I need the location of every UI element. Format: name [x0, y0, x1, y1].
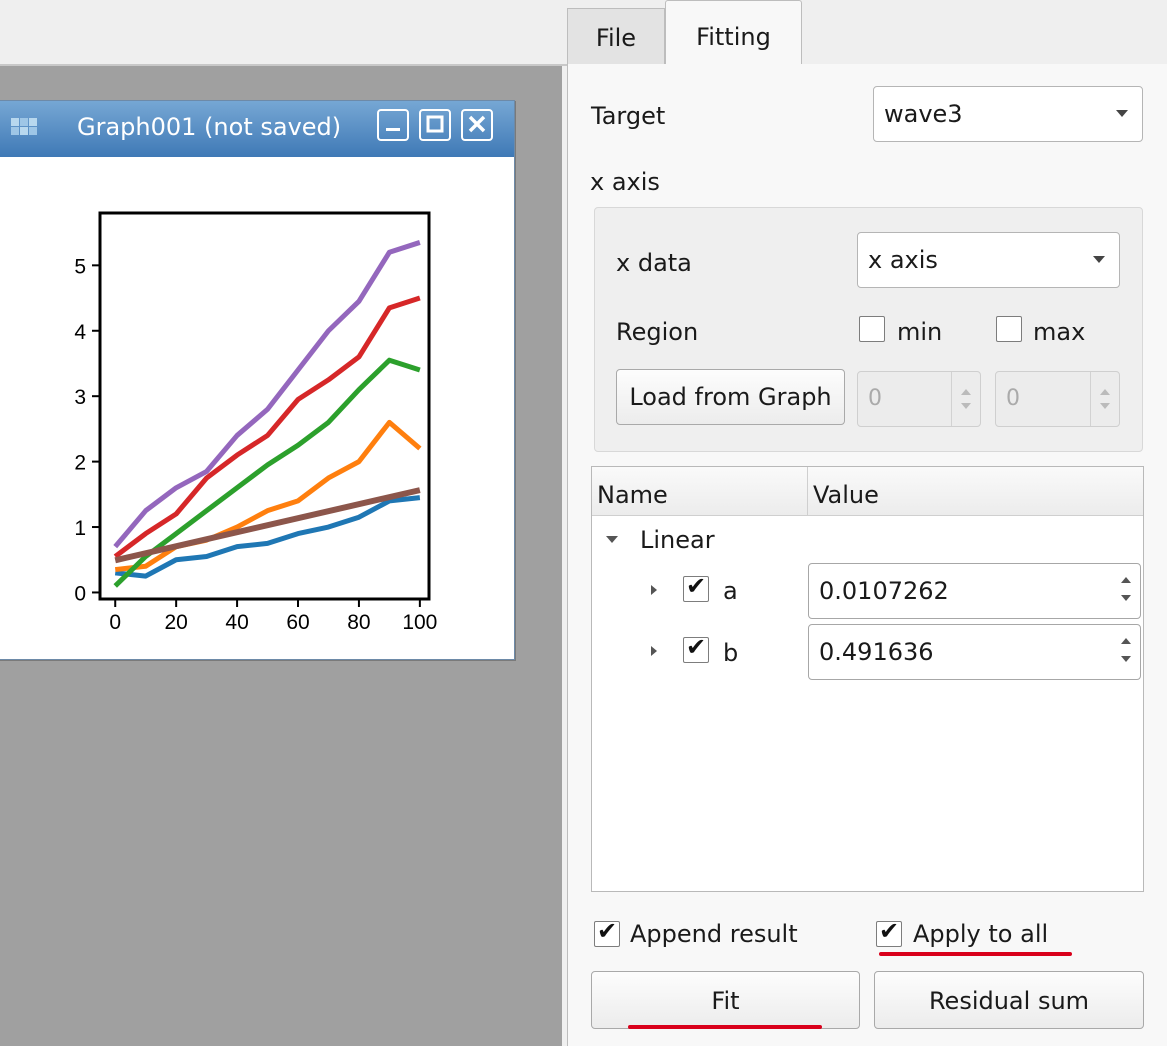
app-cube-icon	[11, 118, 37, 135]
parameter-tree[interactable]: Name Value Linear a 0.0107262 b 0.491636	[591, 466, 1144, 892]
region-min-spinbox[interactable]: 0	[857, 371, 981, 427]
target-select[interactable]: wave3	[873, 86, 1143, 142]
series-line-3	[113, 295, 421, 559]
target-select-value: wave3	[884, 100, 963, 128]
xdata-select-value: x axis	[868, 246, 938, 274]
residual-sum-button[interactable]: Residual sum	[874, 971, 1144, 1029]
fitting-panel: Target wave3 x axis x data x axis Region…	[567, 64, 1167, 1046]
param-b-checkbox[interactable]	[683, 633, 709, 663]
region-max-value: 0	[1006, 386, 1020, 411]
region-max-spinbox[interactable]: 0	[995, 371, 1120, 427]
param-a-name: a	[723, 577, 738, 605]
tab-fitting[interactable]: Fitting	[665, 0, 802, 66]
line-chart: 0 20 40 60 80 100 0 1 2 3 4 5	[74, 211, 437, 634]
y-tick-label: 5	[74, 255, 86, 278]
y-tick-label: 3	[74, 386, 86, 409]
mdi-workspace: Graph001 (not saved) 0 20 40 60 80 100 0 1 2 3 4 5	[0, 66, 562, 1046]
param-b-name: b	[723, 639, 739, 667]
expand-arrow-icon[interactable]	[651, 585, 657, 595]
region-min-value: 0	[868, 386, 882, 411]
highlight-underline	[628, 1025, 822, 1029]
spin-arrows[interactable]	[1090, 372, 1119, 426]
close-button[interactable]	[461, 109, 493, 141]
maximize-button[interactable]	[419, 109, 451, 141]
param-a-value-spinbox[interactable]: 0.0107262	[808, 563, 1141, 619]
param-b-value-spinbox[interactable]: 0.491636	[808, 624, 1141, 680]
tree-header: Name Value	[592, 467, 1143, 516]
append-result-checkbox[interactable]	[594, 917, 620, 947]
xaxis-section-title: x axis	[590, 168, 660, 196]
tree-group-linear[interactable]: Linear	[640, 526, 715, 554]
xdata-select[interactable]: x axis	[857, 232, 1120, 288]
graph-window[interactable]: Graph001 (not saved) 0 20 40 60 80 100 0 1 2 3 4 5	[0, 100, 515, 660]
min-checkbox[interactable]	[859, 316, 885, 342]
param-a-value: 0.0107262	[819, 577, 949, 605]
fit-button[interactable]: Fit	[591, 971, 860, 1029]
column-name-header[interactable]: Name	[597, 481, 668, 509]
spin-arrows[interactable]	[951, 372, 980, 426]
load-from-graph-button[interactable]: Load from Graph	[616, 369, 845, 425]
graph-titlebar[interactable]: Graph001 (not saved)	[0, 101, 514, 157]
x-tick-label: 80	[347, 611, 370, 634]
x-tick-label: 0	[109, 611, 121, 634]
apply-to-all-checkbox[interactable]	[876, 917, 902, 947]
column-value-header[interactable]: Value	[813, 481, 879, 509]
min-label: min	[897, 318, 943, 346]
x-tick-label: 60	[286, 611, 309, 634]
max-checkbox[interactable]	[996, 316, 1022, 342]
minimize-icon	[386, 128, 400, 131]
minimize-button[interactable]	[377, 109, 409, 141]
xdata-label: x data	[616, 249, 692, 277]
spin-arrows[interactable]	[1112, 564, 1140, 618]
append-result-label[interactable]: Append result	[630, 920, 798, 948]
x-tick-label: 100	[402, 611, 437, 634]
x-tick-label: 40	[225, 611, 248, 634]
maximize-icon	[426, 115, 444, 133]
chevron-down-icon	[1093, 256, 1105, 263]
graph-title: Graph001 (not saved)	[77, 113, 342, 141]
param-b-value: 0.491636	[819, 638, 934, 666]
y-tick-label: 2	[74, 452, 86, 475]
highlight-underline	[879, 952, 1072, 956]
y-tick-label: 1	[74, 517, 86, 540]
region-label: Region	[616, 318, 699, 346]
xaxis-group: x data x axis Region min max Load from G…	[594, 207, 1143, 452]
apply-to-all-label[interactable]: Apply to all	[913, 920, 1048, 948]
tab-file[interactable]: File	[567, 8, 665, 64]
close-icon	[468, 115, 486, 133]
expand-arrow-icon[interactable]	[651, 646, 657, 656]
collapse-arrow-icon[interactable]	[606, 536, 618, 543]
param-a-checkbox[interactable]	[683, 572, 709, 602]
spin-arrows[interactable]	[1112, 625, 1140, 679]
y-tick-label: 0	[74, 582, 86, 605]
max-label: max	[1033, 318, 1086, 346]
x-tick-label: 20	[164, 611, 187, 634]
y-tick-label: 4	[74, 321, 86, 344]
chevron-down-icon	[1116, 110, 1128, 117]
target-label: Target	[591, 102, 666, 130]
